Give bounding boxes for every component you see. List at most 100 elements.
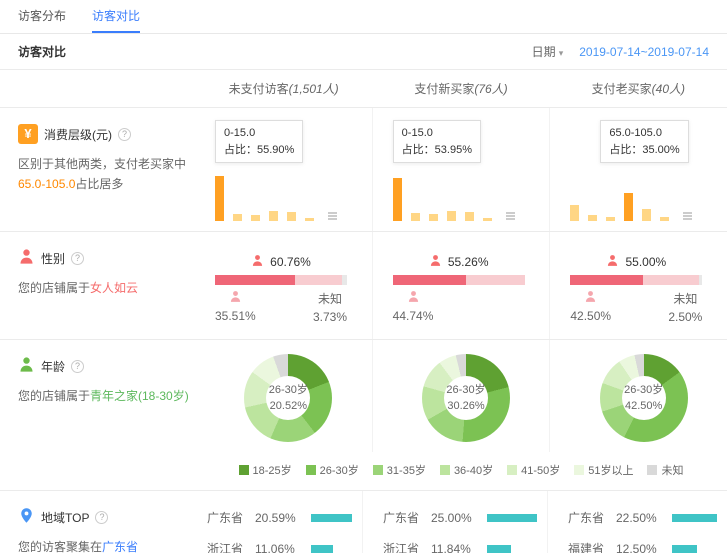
province-bar bbox=[487, 545, 511, 553]
region-list: 广东省 20.59% 浙江省 11.06% bbox=[207, 509, 352, 553]
chart-tooltip: 65.0-105.0 占比：35.00% bbox=[600, 120, 688, 163]
female-icon bbox=[429, 254, 442, 270]
legend-swatch bbox=[647, 465, 657, 475]
location-pin-icon bbox=[18, 507, 35, 527]
age-cell-unpaid: 26-30岁 20.52% bbox=[195, 340, 372, 452]
donut-center-label: 26-30岁 bbox=[446, 382, 485, 399]
page-title: 访客对比 bbox=[18, 43, 66, 60]
gender-desc: 您的店铺属于女人如云 bbox=[18, 278, 191, 298]
tooltip-value: 占比：35.00% bbox=[609, 142, 679, 159]
consume-bar-chart bbox=[393, 171, 540, 221]
province-name: 广东省 bbox=[207, 509, 255, 526]
column-header-unpaid-visitors: 未支付访客(1,501人) bbox=[195, 80, 372, 97]
donut-center-value: 42.50% bbox=[625, 398, 662, 415]
column-count: (76人) bbox=[474, 82, 507, 96]
province-percent: 11.06% bbox=[255, 542, 307, 553]
gender-female-row: 55.26% bbox=[393, 254, 525, 270]
bar bbox=[447, 211, 456, 221]
help-icon[interactable]: ? bbox=[95, 511, 108, 524]
gender-label-line: 性别 ? bbox=[18, 248, 191, 268]
gender-desc-prefix: 您的店铺属于 bbox=[18, 281, 90, 295]
region-row: 广东省 20.59% bbox=[207, 509, 352, 526]
top-tab-bar: 访客分布 访客对比 bbox=[0, 0, 727, 34]
stack-segment bbox=[342, 275, 347, 285]
chart-tooltip: 0-15.0 占比：53.95% bbox=[393, 120, 481, 163]
bar bbox=[570, 205, 579, 221]
legend-label: 26-30岁 bbox=[320, 462, 359, 478]
bar bbox=[483, 218, 492, 221]
column-header-new-buyers: 支付新买家(76人) bbox=[372, 80, 549, 97]
date-dropdown-label: 日期 bbox=[532, 45, 556, 59]
help-icon[interactable]: ? bbox=[71, 252, 84, 265]
consume-label-line: ¥ 消费层级(元) ? bbox=[18, 124, 191, 144]
app-root: 访客分布 访客对比 访客对比 日期▾ 2019-07-14~2019-07-14… bbox=[0, 0, 727, 553]
tab-visitor-distribution[interactable]: 访客分布 bbox=[18, 0, 66, 33]
consume-cell-old-buyers: 65.0-105.0 占比：35.00% bbox=[549, 108, 727, 231]
bar bbox=[269, 211, 278, 221]
legend-label: 36-40岁 bbox=[454, 462, 493, 478]
consume-label-block: ¥ 消费层级(元) ? 区别于其他两类，支付老买家中 65.0-105.0占比居… bbox=[0, 108, 195, 231]
stack-segment bbox=[215, 275, 295, 285]
bar bbox=[411, 213, 420, 221]
gender-stacked-bar bbox=[570, 275, 702, 285]
help-icon[interactable]: ? bbox=[118, 128, 131, 141]
consume-cell-unpaid: 0-15.0 占比：55.90% bbox=[195, 108, 372, 231]
tooltip-value: 占比：53.95% bbox=[402, 142, 472, 159]
province-name: 福建省 bbox=[568, 540, 616, 553]
gender-unknown-block: 未知 2.50% bbox=[668, 290, 702, 324]
gender-bottom-row: 42.50% 未知 2.50% bbox=[570, 290, 702, 324]
region-desc-prefix: 您的访客聚集在 bbox=[18, 540, 102, 553]
chart-tooltip: 0-15.0 占比：55.90% bbox=[215, 120, 303, 163]
bar bbox=[588, 215, 597, 221]
gender-bottom-row: 35.51% 未知 3.73% bbox=[215, 290, 347, 324]
column-header-old-buyers: 支付老买家(40人) bbox=[550, 80, 727, 97]
row-age: 年龄 ? 您的店铺属于青年之家(18-30岁) 26-30岁 20.52% bbox=[0, 340, 727, 491]
province-percent: 22.50% bbox=[616, 511, 668, 525]
stack-segment bbox=[570, 275, 643, 285]
male-icon bbox=[229, 290, 242, 306]
province-name: 广东省 bbox=[568, 509, 616, 526]
legend-label: 18-25岁 bbox=[253, 462, 292, 478]
bar bbox=[233, 214, 242, 221]
gender-female-row: 60.76% bbox=[215, 254, 347, 270]
female-icon bbox=[606, 254, 619, 270]
province-name: 浙江省 bbox=[383, 540, 431, 553]
column-count: (40人) bbox=[652, 82, 685, 96]
chevron-down-icon: ▾ bbox=[559, 48, 564, 58]
province-percent: 12.50% bbox=[616, 542, 668, 553]
tab-visitor-compare[interactable]: 访客对比 bbox=[92, 0, 140, 33]
row-gender: 性别 ? 您的店铺属于女人如云 60.76% 35.51% bbox=[0, 232, 727, 340]
stack-segment bbox=[295, 275, 342, 285]
donut-center: 26-30岁 30.26% bbox=[444, 376, 488, 420]
legend-swatch bbox=[373, 465, 383, 475]
legend-label: 51岁以上 bbox=[588, 462, 633, 478]
legend-item: 31-35岁 bbox=[373, 462, 426, 478]
region-cell-unpaid: 广东省 20.59% 浙江省 11.06% bbox=[187, 491, 362, 553]
date-controls: 日期▾ 2019-07-14~2019-07-14 bbox=[532, 43, 709, 60]
column-name: 未支付访客 bbox=[229, 82, 289, 96]
stack-segment bbox=[393, 275, 466, 285]
legend-item: 18-25岁 bbox=[239, 462, 292, 478]
consume-bar-chart bbox=[215, 171, 362, 221]
bar bbox=[287, 212, 296, 221]
date-range[interactable]: 2019-07-14~2019-07-14 bbox=[579, 45, 709, 59]
gender-stacked-bar bbox=[215, 275, 347, 285]
province-bar bbox=[672, 514, 717, 522]
age-title: 年龄 bbox=[41, 358, 65, 375]
date-dropdown[interactable]: 日期▾ bbox=[532, 43, 564, 60]
legend-label: 31-35岁 bbox=[387, 462, 426, 478]
layers-icon bbox=[683, 212, 692, 221]
female-percent: 60.76% bbox=[270, 255, 311, 269]
male-icon bbox=[407, 290, 420, 306]
age-desc-prefix: 您的店铺属于 bbox=[18, 389, 90, 403]
gender-female-row: 55.00% bbox=[570, 254, 702, 270]
region-row: 广东省 25.00% bbox=[383, 509, 537, 526]
row-region-top: 地域TOP ? 您的访客聚集在 广东省 广东省 20.59% 浙江省 11.06% bbox=[0, 491, 727, 553]
province-bar bbox=[487, 514, 537, 522]
unknown-percent: 3.73% bbox=[313, 310, 347, 324]
donut-center-value: 30.26% bbox=[447, 398, 484, 415]
region-label-line: 地域TOP ? bbox=[18, 507, 183, 527]
help-icon[interactable]: ? bbox=[71, 360, 84, 373]
consume-cell-new-buyers: 0-15.0 占比：53.95% bbox=[372, 108, 550, 231]
age-donut-row: 26-30岁 20.52% 26-30岁 30.26% bbox=[195, 340, 727, 452]
